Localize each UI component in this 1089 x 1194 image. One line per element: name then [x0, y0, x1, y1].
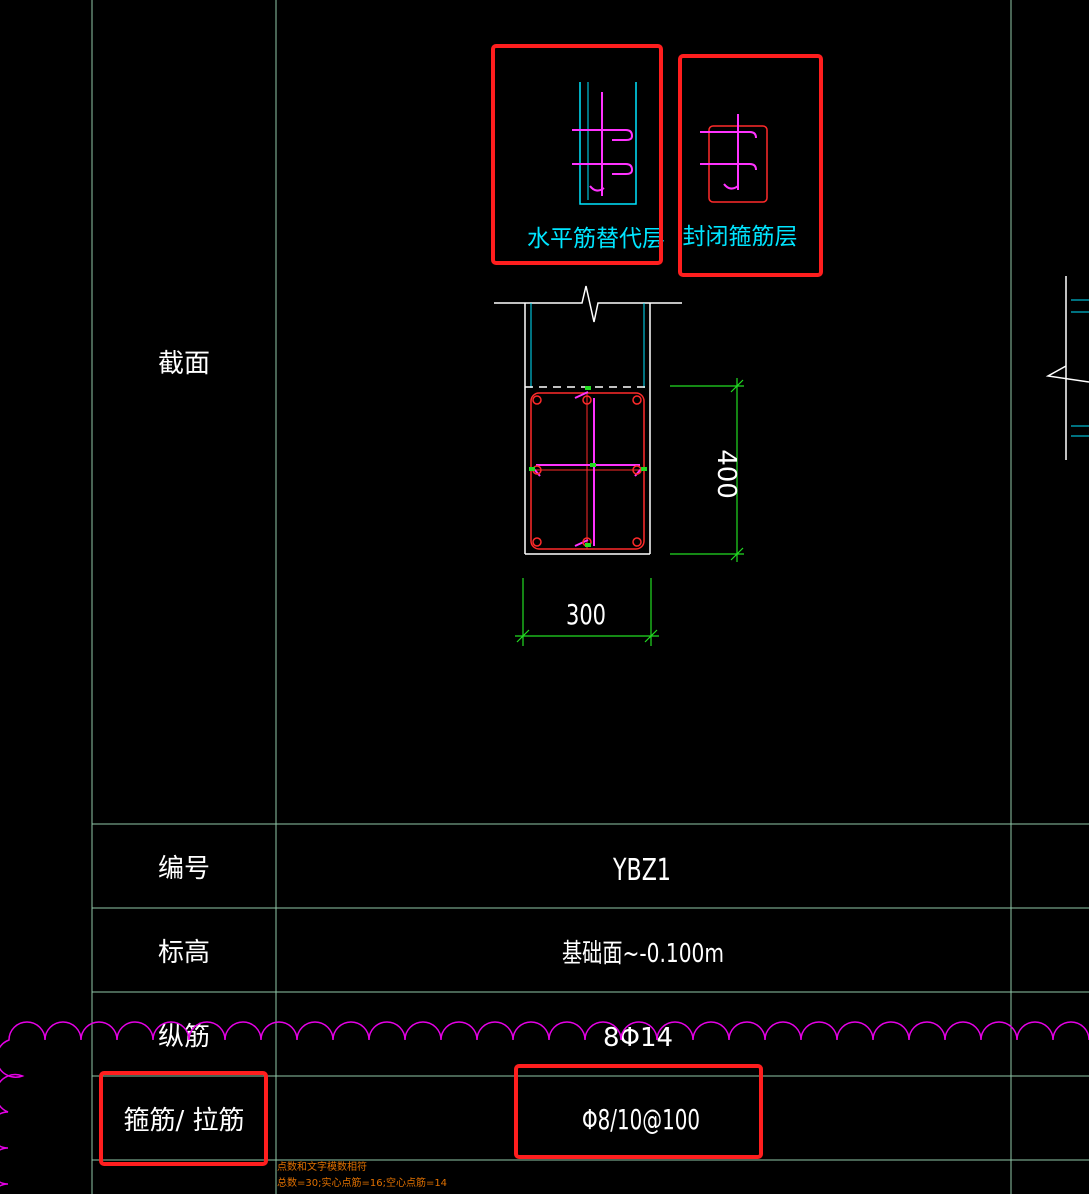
closed-stirrup-symbol [700, 114, 768, 203]
row-label-elevation: 标高 [158, 938, 210, 968]
column-section [494, 285, 682, 555]
dimension-width-label: 300 [566, 598, 606, 631]
row-label-section: 截面 [158, 349, 210, 379]
horizontal-layer-symbol [572, 82, 637, 205]
closed-layer-label: 封闭箍筋层 [683, 224, 798, 250]
table-grid [91, 0, 1089, 1194]
cad-drawing: 截面 编号 标高 纵筋 箍筋/ 拉筋 YBZ1 基础面~-0.100m 8Φ14… [0, 0, 1089, 1194]
value-elevation: 基础面~-0.100m [562, 939, 724, 969]
horizontal-layer-label: 水平筋替代层 [527, 226, 665, 252]
row-label-stirrup: 箍筋/ 拉筋 [123, 1106, 244, 1136]
adjacent-section-fragment [1045, 276, 1089, 460]
footnote-line1: 点数和文字模数相符 [277, 1160, 367, 1173]
row-label-id: 编号 [158, 854, 210, 884]
value-id: YBZ1 [612, 853, 671, 888]
footnote-line2: 总数=30;实心点筋=16;空心点筋=14 [277, 1176, 447, 1189]
value-stirrup: Φ8/10@100 [582, 1103, 700, 1136]
dimension-height-label: 400 [711, 449, 741, 499]
